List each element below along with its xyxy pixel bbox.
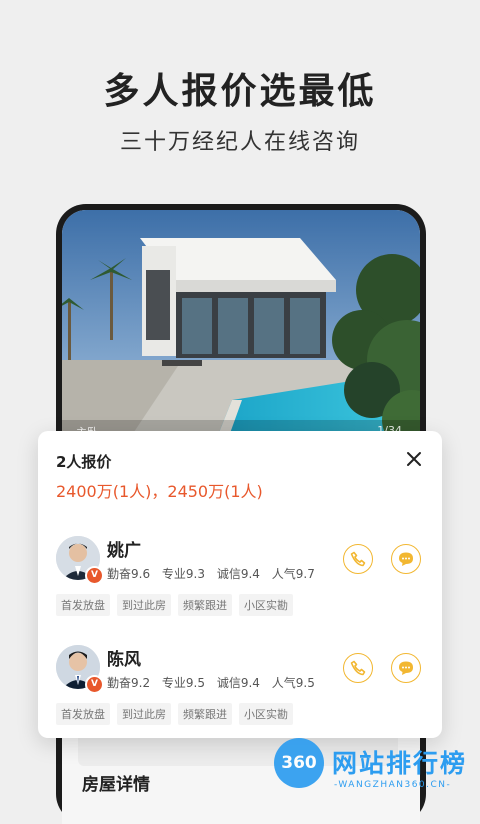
phone-icon bbox=[350, 660, 366, 676]
score-integrity: 诚信9.4 bbox=[216, 676, 260, 690]
score-diligence: 勤奋9.2 bbox=[107, 676, 151, 690]
watermark-badge: 360 bbox=[274, 738, 324, 788]
watermark-text: 网站排行榜 bbox=[332, 749, 468, 778]
agent-scores: 勤奋9.2 专业9.5 诚信9.4 人气9.5 bbox=[107, 674, 323, 691]
tag: 到过此房 bbox=[117, 594, 171, 616]
agent-name: 陈风 bbox=[107, 650, 141, 670]
quote-prices: 2400万(1人)，2450万(1人) bbox=[56, 482, 263, 501]
chat-icon bbox=[399, 552, 413, 566]
score-popularity: 人气9.7 bbox=[271, 567, 315, 581]
tag: 首发放盘 bbox=[56, 703, 110, 725]
agent-card[interactable]: V 陈风 勤奋9.2 专业9.5 诚信9.4 人气9.5 首发放盘 到过此房 频繁跟… bbox=[56, 645, 426, 725]
tag: 频繁跟进 bbox=[178, 594, 232, 616]
house-photo[interactable] bbox=[62, 210, 420, 450]
watermark-logo: 360 网站排行榜 -WANGZHAN360.CN- bbox=[270, 736, 480, 800]
agent-tags: 首发放盘 到过此房 频繁跟进 小区实勘 bbox=[56, 703, 300, 725]
tag: 小区实勘 bbox=[239, 594, 293, 616]
quote-count-title: 2人报价 bbox=[56, 453, 112, 471]
agent-name: 姚广 bbox=[107, 541, 141, 561]
tag: 小区实勘 bbox=[239, 703, 293, 725]
chat-icon bbox=[399, 661, 413, 675]
tag: 首发放盘 bbox=[56, 594, 110, 616]
phone-icon bbox=[350, 551, 366, 567]
verified-badge: V bbox=[85, 566, 104, 585]
house-details-title: 房屋详情 bbox=[82, 775, 150, 795]
score-integrity: 诚信9.4 bbox=[216, 567, 260, 581]
headline: 多人报价选最低 bbox=[103, 71, 377, 112]
agent-scores: 勤奋9.6 专业9.3 诚信9.4 人气9.7 bbox=[107, 565, 323, 582]
subheadline: 三十万经纪人在线咨询 bbox=[119, 130, 360, 155]
tag: 到过此房 bbox=[117, 703, 171, 725]
watermark-url: -WANGZHAN360.CN- bbox=[334, 780, 452, 790]
quote-popup: 2人报价 2400万(1人)，2450万(1人) V 姚广 勤奋9.6 专业9.… bbox=[38, 431, 442, 738]
call-button[interactable] bbox=[343, 653, 373, 683]
score-popularity: 人气9.5 bbox=[271, 676, 315, 690]
score-professional: 专业9.5 bbox=[161, 676, 206, 690]
agent-card[interactable]: V 姚广 勤奋9.6 专业9.3 诚信9.4 人气9.7 首发放盘 到过此房 频繁跟… bbox=[56, 536, 426, 616]
tag: 频繁跟进 bbox=[178, 703, 232, 725]
verified-badge: V bbox=[85, 675, 104, 694]
agent-tags: 首发放盘 到过此房 频繁跟进 小区实勘 bbox=[56, 594, 300, 616]
close-icon bbox=[407, 452, 421, 466]
score-diligence: 勤奋9.6 bbox=[107, 567, 151, 581]
close-button[interactable] bbox=[402, 447, 426, 471]
chat-button[interactable] bbox=[391, 653, 421, 683]
call-button[interactable] bbox=[343, 544, 373, 574]
score-professional: 专业9.3 bbox=[161, 567, 206, 581]
chat-button[interactable] bbox=[391, 544, 421, 574]
